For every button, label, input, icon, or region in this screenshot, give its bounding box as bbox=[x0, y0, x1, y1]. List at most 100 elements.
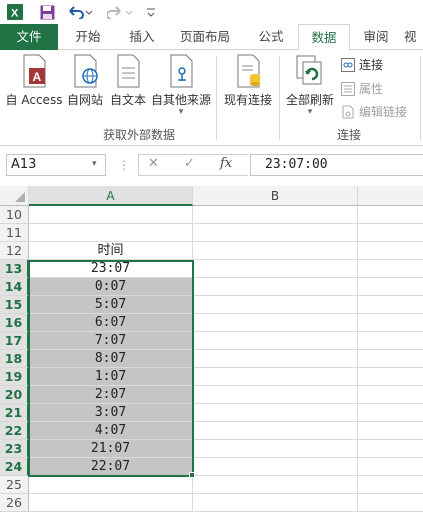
cell-b21[interactable] bbox=[193, 404, 358, 422]
row-header-20[interactable]: 20 bbox=[0, 386, 29, 404]
row-header-12[interactable]: 12 bbox=[0, 242, 29, 260]
properties-button[interactable]: 属性 bbox=[341, 80, 383, 97]
tab-review[interactable]: 审阅 bbox=[352, 24, 400, 50]
cell-c12[interactable] bbox=[358, 242, 423, 260]
fill-handle[interactable] bbox=[189, 472, 195, 478]
cell-a18[interactable]: 8:07 bbox=[29, 350, 193, 368]
cell-c14[interactable] bbox=[358, 278, 423, 296]
redo-icon[interactable] bbox=[106, 3, 134, 21]
cell-c26[interactable] bbox=[358, 494, 423, 512]
cell-a16[interactable]: 6:07 bbox=[29, 314, 193, 332]
cell-c17[interactable] bbox=[358, 332, 423, 350]
save-icon[interactable] bbox=[38, 3, 56, 21]
row-header-15[interactable]: 15 bbox=[0, 296, 29, 314]
refresh-all-button[interactable]: 全部刷新 ▾ bbox=[283, 54, 337, 117]
cell-a22[interactable]: 4:07 bbox=[29, 422, 193, 440]
cell-b12[interactable] bbox=[193, 242, 358, 260]
cell-a14[interactable]: 0:07 bbox=[29, 278, 193, 296]
formula-input[interactable]: 23:07:00 bbox=[250, 154, 423, 176]
cell-b20[interactable] bbox=[193, 386, 358, 404]
connections-button[interactable]: 连接 bbox=[341, 56, 383, 73]
cell-a25[interactable] bbox=[29, 476, 193, 494]
tab-view[interactable]: 视 bbox=[404, 24, 423, 50]
cell-c19[interactable] bbox=[358, 368, 423, 386]
cell-a10[interactable] bbox=[29, 206, 193, 224]
tab-formulas[interactable]: 公式 bbox=[246, 24, 296, 50]
tab-home[interactable]: 开始 bbox=[62, 24, 114, 50]
cell-a26[interactable] bbox=[29, 494, 193, 512]
row-header-18[interactable]: 18 bbox=[0, 350, 29, 368]
cell-b26[interactable] bbox=[193, 494, 358, 512]
row-header-14[interactable]: 14 bbox=[0, 278, 29, 296]
undo-icon[interactable] bbox=[66, 3, 94, 21]
from-access-button[interactable]: A 自 Access bbox=[4, 54, 64, 108]
cell-c15[interactable] bbox=[358, 296, 423, 314]
tab-data[interactable]: 数据 bbox=[298, 24, 350, 51]
cell-a12[interactable]: 时间 bbox=[29, 242, 193, 260]
cell-b25[interactable] bbox=[193, 476, 358, 494]
row-header-26[interactable]: 26 bbox=[0, 494, 29, 512]
row-header-23[interactable]: 23 bbox=[0, 440, 29, 458]
insert-function-icon[interactable]: fx bbox=[220, 156, 232, 171]
cell-b22[interactable] bbox=[193, 422, 358, 440]
cell-b18[interactable] bbox=[193, 350, 358, 368]
row-header-13[interactable]: 13 bbox=[0, 260, 29, 278]
cell-a20[interactable]: 2:07 bbox=[29, 386, 193, 404]
from-text-button[interactable]: 自文本 bbox=[107, 54, 149, 108]
cell-b16[interactable] bbox=[193, 314, 358, 332]
row-header-16[interactable]: 16 bbox=[0, 314, 29, 332]
row-header-21[interactable]: 21 bbox=[0, 404, 29, 422]
row-header-10[interactable]: 10 bbox=[0, 206, 29, 224]
cell-a13[interactable]: 23:07 bbox=[29, 260, 193, 278]
cancel-icon[interactable]: ✕ bbox=[148, 156, 159, 171]
cell-c10[interactable] bbox=[358, 206, 423, 224]
cell-a17[interactable]: 7:07 bbox=[29, 332, 193, 350]
row-header-24[interactable]: 24 bbox=[0, 458, 29, 476]
row-header-17[interactable]: 17 bbox=[0, 332, 29, 350]
customize-qat-icon[interactable] bbox=[144, 3, 158, 21]
cell-c20[interactable] bbox=[358, 386, 423, 404]
name-box[interactable]: A13 bbox=[6, 154, 106, 176]
cell-c13[interactable] bbox=[358, 260, 423, 278]
cell-b14[interactable] bbox=[193, 278, 358, 296]
cell-c25[interactable] bbox=[358, 476, 423, 494]
cell-a19[interactable]: 1:07 bbox=[29, 368, 193, 386]
cell-a23[interactable]: 21:07 bbox=[29, 440, 193, 458]
tab-file[interactable]: 文件 bbox=[0, 24, 58, 50]
name-box-dropdown-icon[interactable]: ▾ bbox=[92, 159, 97, 169]
tab-insert[interactable]: 插入 bbox=[116, 24, 168, 50]
column-header-c[interactable] bbox=[358, 186, 423, 206]
cell-b17[interactable] bbox=[193, 332, 358, 350]
row-header-19[interactable]: 19 bbox=[0, 368, 29, 386]
row-header-11[interactable]: 11 bbox=[0, 224, 29, 242]
cell-b23[interactable] bbox=[193, 440, 358, 458]
cell-a21[interactable]: 3:07 bbox=[29, 404, 193, 422]
existing-connections-button[interactable]: 现有连接 bbox=[220, 54, 276, 108]
row-header-22[interactable]: 22 bbox=[0, 422, 29, 440]
from-other-sources-button[interactable]: 自其他来源 ▾ bbox=[149, 54, 213, 117]
cell-c18[interactable] bbox=[358, 350, 423, 368]
cell-b10[interactable] bbox=[193, 206, 358, 224]
cell-c23[interactable] bbox=[358, 440, 423, 458]
cell-a11[interactable] bbox=[29, 224, 193, 242]
cell-c16[interactable] bbox=[358, 314, 423, 332]
edit-links-button[interactable]: 编辑链接 bbox=[341, 103, 407, 120]
select-all-corner[interactable] bbox=[0, 186, 29, 206]
cell-c22[interactable] bbox=[358, 422, 423, 440]
from-web-button[interactable]: 自网站 bbox=[64, 54, 106, 108]
enter-icon[interactable]: ✓ bbox=[184, 156, 195, 171]
row-header-25[interactable]: 25 bbox=[0, 476, 29, 494]
cell-c24[interactable] bbox=[358, 458, 423, 476]
cell-b13[interactable] bbox=[193, 260, 358, 278]
cell-c11[interactable] bbox=[358, 224, 423, 242]
column-header-a[interactable]: A bbox=[29, 186, 193, 206]
cell-a24[interactable]: 22:07 bbox=[29, 458, 193, 476]
cell-b11[interactable] bbox=[193, 224, 358, 242]
worksheet-grid[interactable]: A B 10 11 12 时间 13 23:07 14 0:07 15 5:07 16 6:07 17 7… bbox=[0, 186, 423, 512]
cell-b15[interactable] bbox=[193, 296, 358, 314]
cell-b24[interactable] bbox=[193, 458, 358, 476]
column-header-b[interactable]: B bbox=[193, 186, 358, 206]
cell-a15[interactable]: 5:07 bbox=[29, 296, 193, 314]
cell-c21[interactable] bbox=[358, 404, 423, 422]
cell-b19[interactable] bbox=[193, 368, 358, 386]
